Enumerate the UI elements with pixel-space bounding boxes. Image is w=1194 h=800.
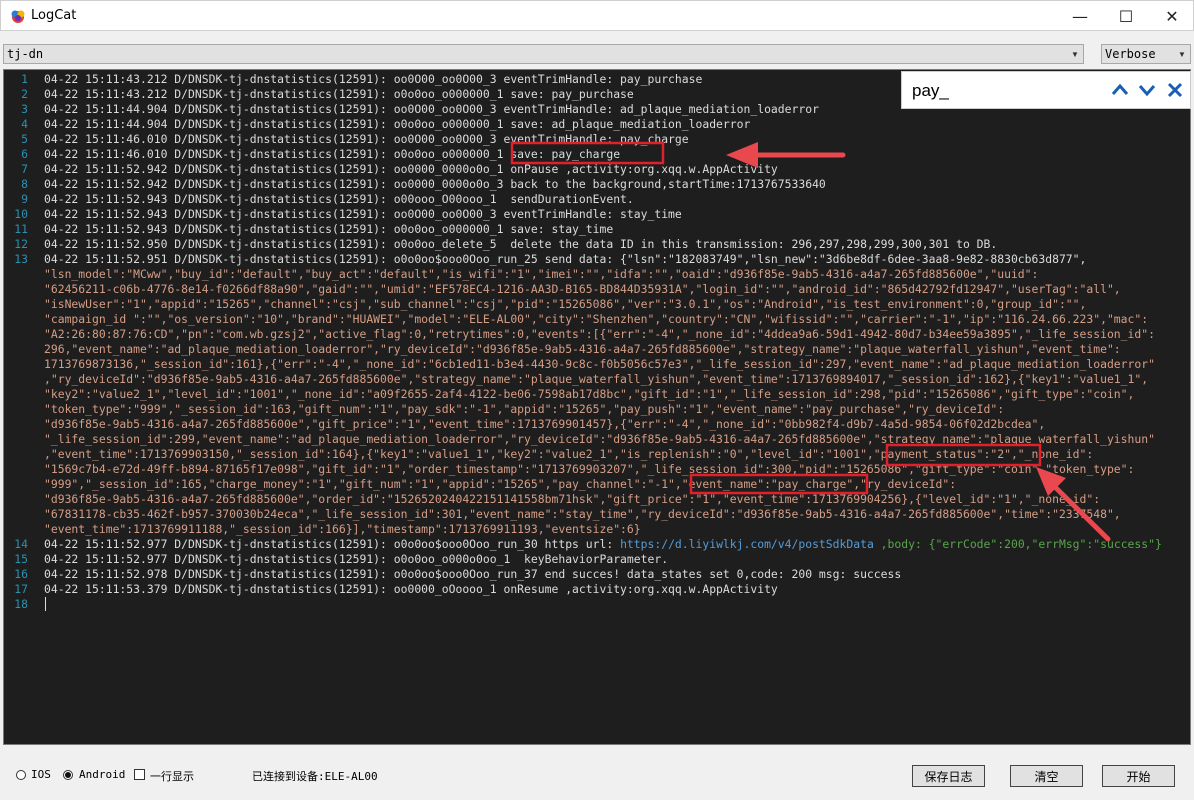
line-number: 2 <box>21 87 28 101</box>
line-number-gutter: 1 2 3 4 5 6 7 8 9 10 11 12 13 14 15 16 1… <box>4 70 40 744</box>
log-line: 04-22 15:11:52.951 D/DNSDK-tj-dnstatisti… <box>44 252 1087 266</box>
log-line: 04-22 15:11:52.942 D/DNSDK-tj-dnstatisti… <box>44 177 826 191</box>
maximize-button[interactable]: ☐ <box>1103 1 1149 31</box>
log-json-line: "key2":"value2_1","level_id":"1001","_no… <box>44 387 1135 401</box>
window-title: LogCat <box>31 8 77 23</box>
log-line: 04-22 15:11:52.978 D/DNSDK-tj-dnstatisti… <box>44 567 902 581</box>
log-json-line: "1569c7b4-e72d-49ff-b894-87165f17e098","… <box>44 462 1135 476</box>
log-line-prefix: 04-22 15:11:52.977 D/DNSDK-tj-dnstatisti… <box>44 537 621 551</box>
log-line: 04-22 15:11:52.950 D/DNSDK-tj-dnstatisti… <box>44 237 998 251</box>
log-line: 04-22 15:11:44.904 D/DNSDK-tj-dnstatisti… <box>44 102 819 116</box>
line-number: 9 <box>21 192 28 206</box>
log-json-line: "d936f85e-9ab5-4316-a4a7-265fd885600e","… <box>44 492 1101 506</box>
log-line: 04-22 15:11:52.943 D/DNSDK-tj-dnstatisti… <box>44 192 634 206</box>
log-json-line: "d936f85e-9ab5-4316-a4a7-265fd885600e","… <box>44 417 1046 431</box>
clear-button[interactable]: 清空 <box>1010 765 1083 787</box>
log-line: 04-22 15:11:52.943 D/DNSDK-tj-dnstatisti… <box>44 207 682 221</box>
log-json-line: "campaign_id ":"","os_version":"10","bra… <box>44 312 1149 326</box>
chevron-down-icon[interactable] <box>1136 79 1158 101</box>
log-response-body: ,body: {"errCode":200,"errMsg":"success"… <box>873 537 1162 551</box>
log-line: 04-22 15:11:53.379 D/DNSDK-tj-dnstatisti… <box>44 582 778 596</box>
log-json-line: "999","_session_id":165,"charge_money":"… <box>44 477 957 491</box>
line-number: 18 <box>14 597 28 611</box>
chevron-up-icon[interactable] <box>1109 79 1131 101</box>
title-bar: LogCat — ☐ ✕ <box>0 0 1194 31</box>
log-line: 04-22 15:11:52.977 D/DNSDK-tj-dnstatisti… <box>44 552 669 566</box>
log-output-panel[interactable]: 1 2 3 4 5 6 7 8 9 10 11 12 13 14 15 16 1… <box>3 69 1191 745</box>
line-number: 10 <box>14 207 28 221</box>
single-line-label: 一行显示 <box>150 770 194 783</box>
tag-filter-value: tj-dn <box>7 47 44 61</box>
tag-filter-combo[interactable]: tj-dn ▼ <box>3 44 1084 64</box>
close-icon[interactable] <box>1164 79 1186 101</box>
line-number: 5 <box>21 132 28 146</box>
chevron-down-icon[interactable]: ▼ <box>1067 45 1083 63</box>
bottom-bar: IOS Android 一行显示 已连接到设备:ELE-AL00 保存日志 清空… <box>0 745 1194 800</box>
close-window-button[interactable]: ✕ <box>1149 1 1194 31</box>
single-line-checkbox[interactable] <box>134 769 145 780</box>
find-input[interactable]: pay_ <box>912 81 949 101</box>
find-panel: pay_ <box>901 71 1191 109</box>
radio-ios-label: IOS <box>31 768 51 781</box>
minimize-button[interactable]: — <box>1057 1 1103 31</box>
log-line: 04-22 15:11:52.977 D/DNSDK-tj-dnstatisti… <box>44 537 1162 552</box>
line-number: 14 <box>14 537 28 551</box>
line-number: 12 <box>14 237 28 251</box>
log-json-line: "isNewUser":"1","appid":"15265","channel… <box>44 297 1087 311</box>
log-json-line: ,"event_time":1713769903150,"_session_id… <box>44 447 1094 461</box>
log-level-select[interactable]: Verbose ▼ <box>1101 44 1191 64</box>
toolbar: tj-dn ▼ Verbose ▼ <box>0 31 1194 69</box>
log-json-line: "lsn_model":"MCww","buy_id":"default","b… <box>44 267 1039 281</box>
line-number: 1 <box>21 72 28 86</box>
log-json-line: "62456211-c06b-4776-8e14-f0266df88a90","… <box>44 282 1121 296</box>
save-log-button[interactable]: 保存日志 <box>912 765 985 787</box>
log-json-line: "_life_session_id":299,"event_name":"ad_… <box>44 432 1155 446</box>
log-line: 04-22 15:11:52.942 D/DNSDK-tj-dnstatisti… <box>44 162 778 176</box>
log-json-line: "event_time":1713769911188,"_session_id"… <box>44 522 641 536</box>
radio-ios[interactable] <box>16 770 26 780</box>
log-level-value: Verbose <box>1105 47 1156 61</box>
radio-android-label: Android <box>79 768 126 781</box>
line-number: 11 <box>14 222 28 236</box>
log-json-line: "token_type":"999","_session_id":163,"gi… <box>44 402 1005 416</box>
connection-status: 已连接到设备:ELE-AL00 <box>252 770 378 783</box>
log-url-link[interactable]: https://d.liyiwlkj.com/v4/postSdkData <box>620 537 874 551</box>
log-json-line: 1713769873136,"_session_id":161},{"err":… <box>44 357 1155 371</box>
line-number: 3 <box>21 102 28 116</box>
log-line: 04-22 15:11:43.212 D/DNSDK-tj-dnstatisti… <box>44 72 703 86</box>
chevron-down-icon[interactable]: ▼ <box>1174 45 1190 63</box>
line-number: 6 <box>21 147 28 161</box>
line-number: 16 <box>14 567 28 581</box>
log-line: 04-22 15:11:52.943 D/DNSDK-tj-dnstatisti… <box>44 222 614 236</box>
line-number: 13 <box>14 252 28 266</box>
line-number: 17 <box>14 582 28 596</box>
line-number: 15 <box>14 552 28 566</box>
log-line: 04-22 15:11:44.904 D/DNSDK-tj-dnstatisti… <box>44 117 751 131</box>
radio-android[interactable] <box>63 770 73 780</box>
line-number: 8 <box>21 177 28 191</box>
logcat-app-icon <box>11 10 25 23</box>
log-json-line: "67831178-cb35-462f-b957-370030b24eca","… <box>44 507 1121 521</box>
log-line: 04-22 15:11:46.010 D/DNSDK-tj-dnstatisti… <box>44 147 621 161</box>
log-json-line: ,"ry_deviceId":"d936f85e-9ab5-4316-a4a7-… <box>44 372 1149 386</box>
log-json-line: "A2:26:80:87:76:CD","pn":"com.wb.gzsj2",… <box>44 327 1155 341</box>
log-json-line: 296,"event_name":"ad_plaque_mediation_lo… <box>44 342 1121 356</box>
text-cursor <box>45 597 46 611</box>
start-button[interactable]: 开始 <box>1102 765 1175 787</box>
line-number: 7 <box>21 162 28 176</box>
log-line: 04-22 15:11:43.212 D/DNSDK-tj-dnstatisti… <box>44 87 634 101</box>
log-line: 04-22 15:11:46.010 D/DNSDK-tj-dnstatisti… <box>44 132 689 146</box>
line-number: 4 <box>21 117 28 131</box>
